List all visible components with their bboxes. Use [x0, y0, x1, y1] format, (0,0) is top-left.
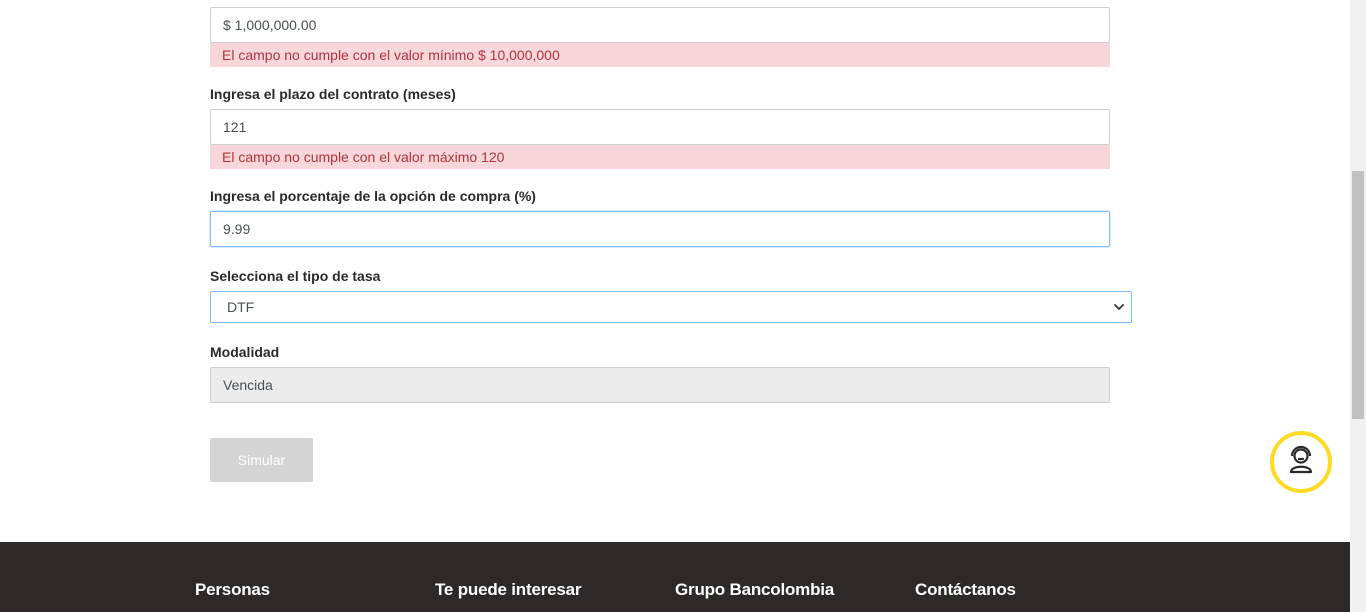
support-agent-icon	[1286, 445, 1316, 480]
footer-column-grupo-bancolombia[interactable]: Grupo Bancolombia	[675, 580, 834, 600]
amount-error-message: El campo no cumple con el valor mínimo $…	[210, 43, 1110, 67]
page-scrollbar[interactable]	[1350, 0, 1366, 612]
scrollbar-thumb[interactable]	[1352, 171, 1364, 419]
simulate-button[interactable]: Simular	[210, 438, 313, 482]
modality-input-wrapper	[210, 367, 1110, 403]
modality-input	[211, 368, 1109, 402]
term-label: Ingresa el plazo del contrato (meses)	[210, 86, 456, 102]
footer-column-contactanos[interactable]: Contáctanos	[915, 580, 1016, 600]
purchase-option-input-wrapper	[210, 211, 1110, 247]
purchase-option-label: Ingresa el porcentaje de la opción de co…	[210, 188, 536, 204]
amount-input-wrapper	[210, 7, 1110, 43]
amount-input[interactable]	[211, 8, 1109, 42]
rate-type-label: Selecciona el tipo de tasa	[210, 268, 381, 284]
support-chat-button[interactable]	[1270, 431, 1332, 493]
term-input-wrapper	[210, 109, 1110, 145]
chevron-down-icon	[1113, 301, 1125, 313]
purchase-option-input[interactable]	[211, 212, 1109, 246]
term-error-message: El campo no cumple con el valor máximo 1…	[210, 145, 1110, 169]
footer: Personas Te puede interesar Grupo Bancol…	[0, 542, 1350, 612]
rate-type-selected-value: DTF	[227, 299, 255, 315]
page: El campo no cumple con el valor mínimo $…	[0, 0, 1366, 612]
modality-label: Modalidad	[210, 344, 280, 360]
rate-type-select[interactable]: DTF	[210, 291, 1132, 323]
footer-column-personas[interactable]: Personas	[195, 580, 270, 600]
term-input[interactable]	[211, 110, 1109, 144]
footer-column-te-puede-interesar[interactable]: Te puede interesar	[435, 580, 582, 600]
